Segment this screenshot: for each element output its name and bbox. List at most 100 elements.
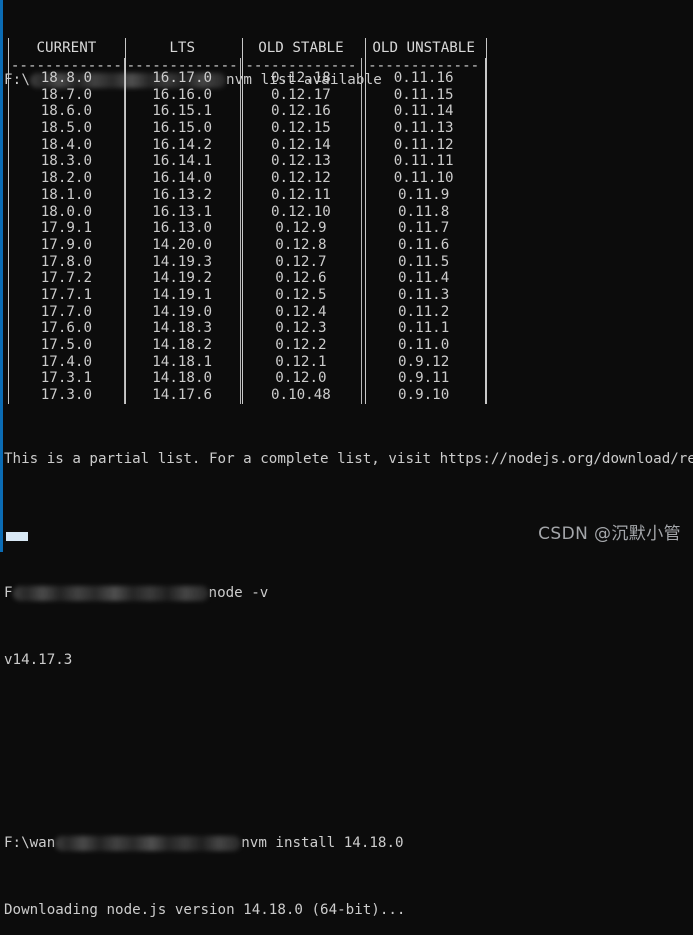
version-cell-lts: 14.18.0 [152,370,213,387]
terminal-output-tail: This is a partial list. For a complete l… [4,401,693,935]
version-cell-old-unstable: 0.11.9 [398,186,450,203]
table-row: 18.1.0 16.13.2 0.12.11 0.11.9 [8,186,486,204]
table-row: 18.6.0 16.15.1 0.12.16 0.11.14 [8,103,486,121]
download-status-output: Downloading node.js version 14.18.0 (64-… [4,901,406,918]
table-row: 17.9.1 16.13.0 0.12.9 0.11.7 [8,220,486,237]
table-row: 18.8.0 16.17.0 0.12.18 0.11.16 [8,70,486,87]
version-cell-current: 17.9.1 [40,220,93,237]
table-body: 18.8.0 16.17.0 0.12.18 0.11.16 18.7.0 16.16.0… [8,70,486,404]
version-cell-old-unstable: 0.11.16 [393,70,454,86]
version-cell-lts: 14.19.0 [152,303,213,320]
version-cell-current: 17.3.1 [40,370,93,387]
column-header-current: CURRENT [36,40,97,56]
version-cell-current: 17.7.0 [40,303,93,320]
version-cell-lts: 16.14.2 [152,136,213,153]
version-cell-lts: 14.20.0 [152,236,213,253]
table-row: 17.7.2 14.19.2 0.12.6 0.11.4 [8,270,486,287]
table-row: 17.8.0 14.19.3 0.12.7 0.11.5 [8,253,486,271]
version-cell-current: 17.4.0 [40,353,93,370]
version-cell-old-stable: 0.12.15 [271,120,331,137]
version-cell-old-stable: 0.12.16 [271,103,331,120]
table-row: 17.7.0 14.19.0 0.12.4 0.11.2 [8,303,486,321]
rule-cell-lts: ------------- [126,58,238,74]
version-cell-current: 18.3.0 [40,153,93,170]
version-cell-lts: 16.13.0 [152,220,213,237]
partial-list-notice: This is a partial list. For a complete l… [4,451,693,468]
version-cell-lts: 16.13.1 [152,203,213,220]
version-cell-old-unstable: 0.11.4 [398,270,450,287]
column-header-old-unstable: OLD UNSTABLE [372,40,475,56]
command-text-nvm-install: nvm install 14.18.0 [241,835,404,852]
version-cell-lts: 16.14.0 [152,170,213,187]
version-cell-old-stable: 0.12.3 [275,320,327,337]
version-cell-current: 17.5.0 [40,337,93,353]
table-row: 18.5.0 16.15.0 0.12.15 0.11.13 [8,120,486,137]
table-header-rule-row: ------------- ------------- ------------… [8,58,486,74]
table-row: 18.2.0 16.14.0 0.12.12 0.11.10 [8,170,486,187]
version-cell-old-unstable: 0.11.12 [393,136,454,153]
version-cell-old-stable: 0.12.18 [271,70,331,86]
version-cell-old-stable: 0.12.7 [275,253,327,270]
version-cell-old-unstable: 0.11.0 [398,337,450,353]
version-cell-current: 17.8.0 [40,253,93,270]
version-cell-lts: 16.15.0 [152,120,213,137]
table-row: 17.4.0 14.18.1 0.12.1 0.9.12 [8,353,486,371]
command-text-node-v: node -v [208,584,269,601]
column-header-lts: LTS [169,40,195,56]
version-cell-lts: 14.18.3 [152,320,213,337]
nvm-available-versions-table: CURRENT LTS OLD STABLE OLD UNSTABLE ----… [8,38,487,404]
rule-cell-old-unstable: ------------- [368,58,480,74]
table-header-row: CURRENT LTS OLD STABLE OLD UNSTABLE [8,38,486,58]
window-left-accent-strip [0,0,3,552]
redacted-path-blur-2 [12,585,209,601]
version-cell-current: 18.0.0 [40,203,93,220]
version-cell-current: 18.4.0 [40,136,93,153]
node-version-output: v14.17.3 [4,651,73,668]
version-cell-current: 17.9.0 [40,236,93,253]
table-row: 17.9.0 14.20.0 0.12.8 0.11.6 [8,236,486,254]
version-cell-old-stable: 0.12.14 [271,136,331,153]
version-cell-old-stable: 0.12.2 [275,337,327,353]
version-cell-current: 18.8.0 [40,70,93,86]
prompt-path-prefix-2: F [4,584,13,601]
version-cell-old-unstable: 0.9.12 [398,353,450,370]
version-cell-current: 18.7.0 [40,86,93,103]
version-cell-old-unstable: 0.9.11 [398,370,450,387]
table-row: 18.7.0 16.16.0 0.12.17 0.11.15 [8,86,486,104]
version-cell-current: 18.1.0 [40,186,93,203]
version-cell-old-unstable: 0.11.7 [398,220,450,237]
version-cell-lts: 14.18.1 [152,353,213,370]
version-cell-current: 17.7.2 [40,270,93,287]
version-cell-old-stable: 0.12.5 [275,286,327,303]
version-cell-old-unstable: 0.11.1 [398,320,450,337]
version-cell-old-unstable: 0.11.6 [398,236,450,253]
version-cell-old-stable: 0.12.11 [271,186,331,203]
version-cell-current: 17.6.0 [40,320,93,337]
version-cell-old-stable: 0.12.0 [275,370,327,387]
version-cell-lts: 16.16.0 [152,86,213,103]
version-cell-lts: 14.19.3 [152,253,213,270]
csdn-watermark: CSDN @沉默小管 [538,524,681,544]
version-cell-old-unstable: 0.11.3 [398,286,450,303]
version-cell-current: 18.6.0 [40,103,93,120]
version-cell-old-unstable: 0.11.11 [393,153,454,170]
version-cell-old-unstable: 0.11.2 [398,303,450,320]
rule-cell-current: ------------- [10,58,122,74]
version-cell-current: 18.5.0 [40,120,93,137]
rule-cell-old-stable: ------------- [245,58,357,74]
version-cell-old-unstable: 0.11.15 [393,86,454,103]
table-row: 18.0.0 16.13.1 0.12.10 0.11.8 [8,203,486,221]
version-cell-lts: 14.18.2 [152,337,213,353]
table-row: 17.5.0 14.18.2 0.12.2 0.11.0 [8,337,486,354]
version-cell-old-stable: 0.12.13 [271,153,331,170]
table-row: 17.7.1 14.19.1 0.12.5 0.11.3 [8,286,486,304]
version-cell-old-stable: 0.12.10 [271,203,331,220]
prompt-line-node-version: Fnode -v [4,585,693,602]
table-row: 18.3.0 16.14.1 0.12.13 0.11.11 [8,153,486,171]
version-cell-old-stable: 0.12.12 [271,170,331,187]
prompt-line-nvm-install: F:\wan nvm install 14.18.0 [4,835,693,852]
version-cell-old-unstable: 0.11.8 [398,203,450,220]
version-cell-lts: 16.15.1 [152,103,213,120]
version-cell-current: 17.7.1 [40,286,93,303]
